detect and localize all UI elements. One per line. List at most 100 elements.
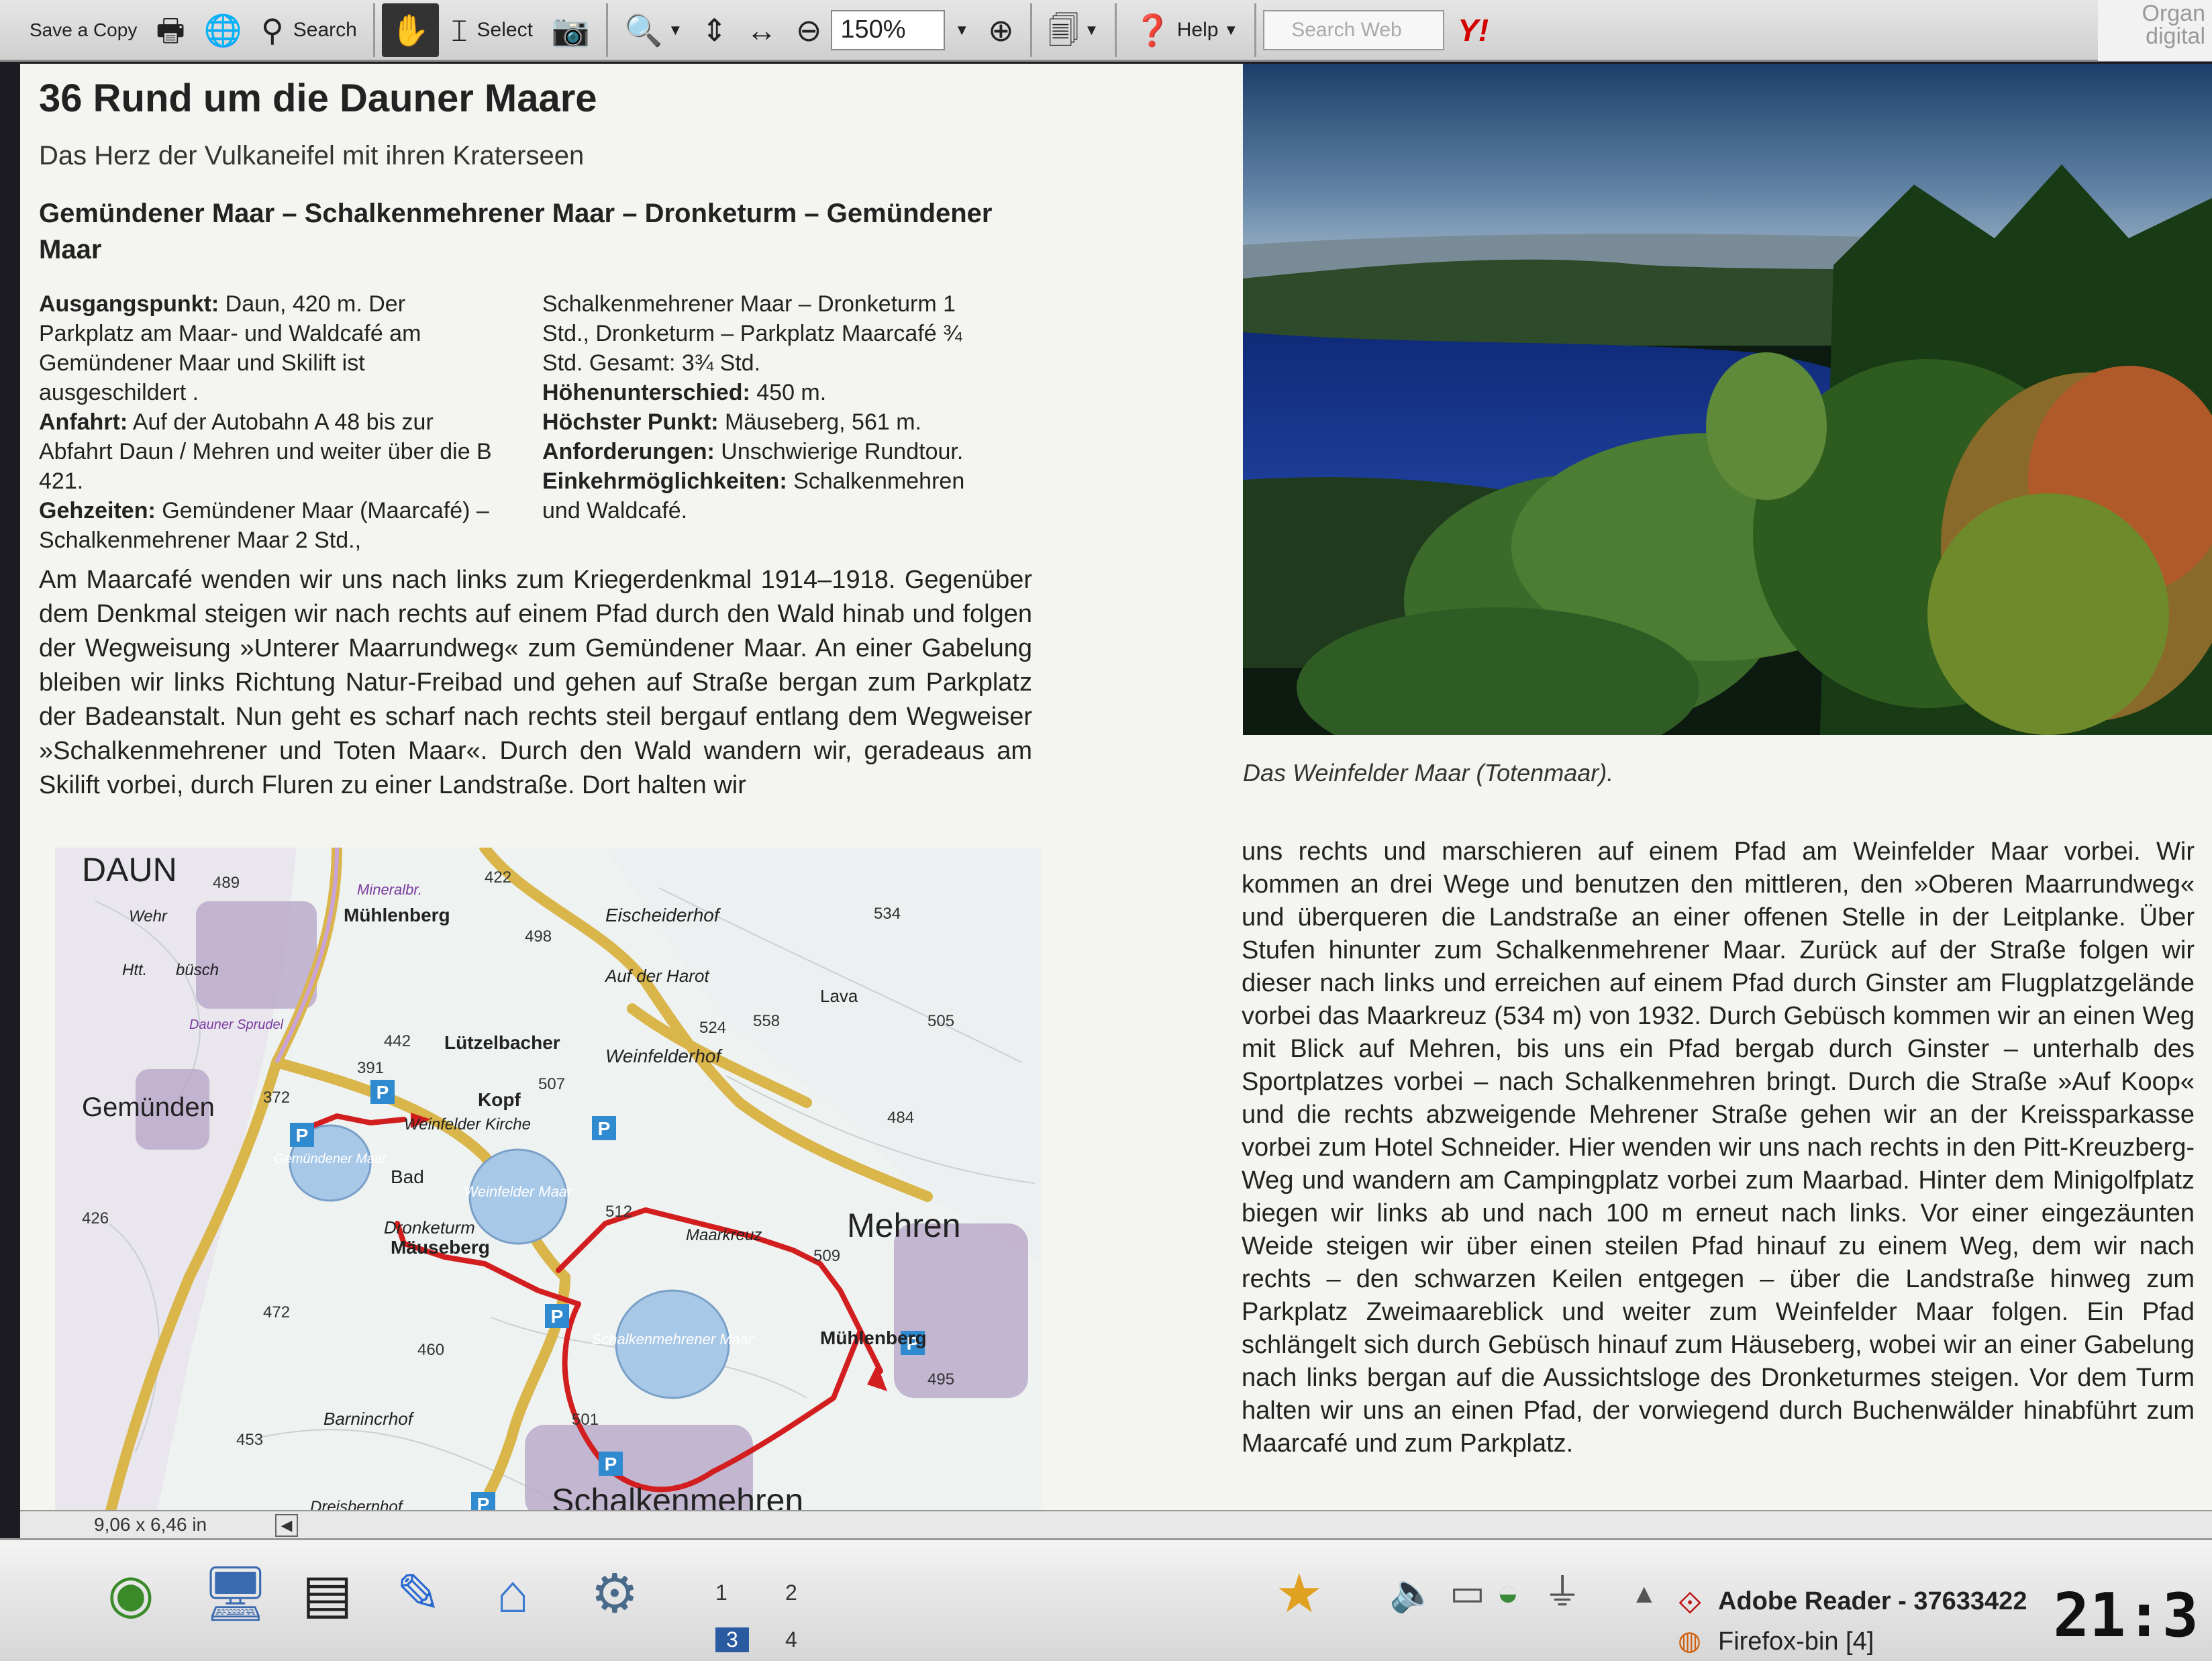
- map-label-daun: DAUN: [82, 851, 177, 889]
- fit-width-button[interactable]: ↔: [737, 3, 787, 57]
- map-label-gemuendener-maar: Gemündener Maar: [274, 1152, 387, 1166]
- zoom-dropdown[interactable]: ▼: [945, 3, 978, 57]
- tour-info-left: Ausgangspunkt: Daun, 420 m. Der Parkplat…: [39, 289, 502, 555]
- save-copy-button[interactable]: Save a Copy: [20, 3, 146, 57]
- scroll-left-button[interactable]: ◀: [275, 1514, 298, 1537]
- elevation-label: 460: [417, 1341, 444, 1359]
- chevron-down-icon: ▼: [1223, 21, 1239, 38]
- map-label-mineralbr: Mineralbr.: [357, 881, 422, 898]
- elevation-label: 498: [525, 927, 552, 946]
- map-label-muehlenberg-right: Mühlenberg: [820, 1327, 927, 1348]
- hand-tool-button[interactable]: ✋: [381, 3, 440, 57]
- editor-icon[interactable]: ✎: [396, 1567, 441, 1621]
- workspace-1[interactable]: 1: [715, 1580, 727, 1605]
- info-label: Einkehrmöglichkeiten:: [542, 468, 787, 494]
- fit-page-button[interactable]: ⇕: [692, 3, 737, 57]
- map-label-weinfelderhof: Weinfelderhof: [605, 1046, 723, 1066]
- page-size-label: 9,06 x 6,46 in: [94, 1514, 207, 1535]
- elevation-label: 391: [357, 1059, 384, 1077]
- elevation-label: 372: [263, 1089, 290, 1107]
- svg-text:P: P: [598, 1118, 611, 1139]
- map-label-lava: Lava: [820, 986, 858, 1006]
- body-text-left: Am Maarcafé wenden wir uns nach links zu…: [39, 566, 1032, 799]
- map-label-htt: Htt.: [122, 961, 147, 979]
- email-globe-icon: 🌐: [203, 12, 243, 48]
- info-label: Gehzeiten:: [39, 498, 156, 523]
- left-column: 36 Rund um die Dauner Maare Das Herz der…: [39, 76, 1039, 803]
- chevron-down-icon: ▼: [668, 21, 683, 38]
- hand-icon: ✋: [391, 12, 430, 48]
- home-folder-icon[interactable]: ⌂: [497, 1567, 529, 1621]
- map-label-gemuenden: Gemünden: [82, 1093, 215, 1122]
- route-heading: Gemündener Maar – Schalkenmehrener Maar …: [39, 199, 993, 264]
- fit-page-icon: ⇕: [701, 12, 727, 48]
- zoom-tool-button[interactable]: 🔍 ▼: [615, 3, 692, 57]
- page-layout-button[interactable]: 🗐 ▼: [1039, 3, 1109, 57]
- tour-info-right: Schalkenmehrener Maar – Dronketurm 1 Std…: [542, 289, 1005, 555]
- clock[interactable]: 21:3: [2053, 1580, 2199, 1651]
- zoom-out-button[interactable]: ⊖: [787, 3, 832, 57]
- elevation-label: 495: [927, 1370, 954, 1389]
- elevation-label: 489: [213, 874, 240, 892]
- map-label-schalkenmehrener-maar: Schalkenmehrener Maar: [592, 1331, 755, 1348]
- info-label: Anforderungen:: [542, 439, 715, 464]
- chevron-down-icon: ▼: [1084, 21, 1099, 38]
- terminal-icon[interactable]: ▤: [302, 1567, 353, 1621]
- organize-button[interactable]: Organ digital: [2098, 0, 2212, 61]
- computer-icon[interactable]: 🖥: [201, 1567, 270, 1621]
- elevation-label: 442: [384, 1032, 411, 1050]
- pages-icon: 🗐: [1048, 12, 1079, 48]
- workspace-4[interactable]: 4: [785, 1627, 797, 1652]
- select-tool-button[interactable]: 𝙸 Select: [439, 3, 542, 57]
- snapshot-button[interactable]: 📷: [542, 3, 599, 57]
- help-button[interactable]: ❓ Help ▼: [1123, 3, 1248, 57]
- info-text: Mäuseberg, 561 m.: [718, 409, 921, 435]
- workspace-2[interactable]: 2: [785, 1580, 797, 1605]
- clipboard-icon[interactable]: ▭: [1450, 1574, 1485, 1611]
- elevation-label: 505: [927, 1012, 954, 1030]
- camera-icon: 📷: [551, 12, 591, 48]
- battery-icon[interactable]: ◒: [1497, 1574, 1519, 1611]
- star-icon[interactable]: ★: [1275, 1567, 1323, 1621]
- map-label-weinfelder-kirche: Weinfelder Kirche: [404, 1115, 531, 1134]
- minus-circle-icon: ⊖: [795, 12, 822, 48]
- zoom-level-field[interactable]: 150%: [831, 9, 946, 50]
- network-icon[interactable]: ⚙: [591, 1567, 639, 1621]
- search-label: Search: [293, 18, 357, 41]
- lake-photo: [1243, 64, 2212, 735]
- printer-icon: 🖶: [156, 12, 185, 48]
- zoom-in-button[interactable]: ⊕: [978, 3, 1023, 57]
- search-web-input[interactable]: Search Web: [1263, 9, 1445, 50]
- volume-icon[interactable]: 🔈: [1389, 1574, 1436, 1611]
- pdf-page: 36 Rund um die Dauner Maare Das Herz der…: [20, 64, 2212, 1527]
- firefox-icon: ◍: [1678, 1626, 1701, 1656]
- map-label-barnincrhof: Barnincrhof: [323, 1409, 415, 1429]
- map-label-maeuseberg: Mäuseberg: [391, 1237, 490, 1258]
- print-button[interactable]: 🖶: [146, 3, 194, 57]
- workspace-3[interactable]: 3: [715, 1627, 749, 1652]
- plus-circle-icon: ⊕: [988, 12, 1014, 48]
- select-label: Select: [476, 18, 533, 41]
- map-label-buesch: büsch: [176, 961, 219, 979]
- toolbar-separator: [1029, 3, 1032, 57]
- start-menu-icon[interactable]: ◉: [107, 1567, 154, 1621]
- elevation-label: 512: [605, 1203, 632, 1221]
- help-icon: ❓: [1133, 12, 1172, 48]
- map-label-wehr: Wehr: [129, 907, 168, 925]
- elevation-label: 501: [572, 1411, 599, 1429]
- yahoo-logo[interactable]: Y!: [1458, 12, 1489, 48]
- search-button[interactable]: ⚲ Search: [252, 3, 366, 57]
- page-title: 36 Rund um die Dauner Maare: [39, 77, 597, 120]
- taskbar-firefox[interactable]: Firefox-bin [4]: [1718, 1627, 1874, 1656]
- toolbar-separator: [372, 3, 375, 57]
- tray-arrow-icon[interactable]: ▲: [1631, 1580, 1658, 1607]
- taskbar-adobe-reader[interactable]: Adobe Reader - 37633422: [1718, 1587, 2027, 1616]
- power-plug-icon[interactable]: ⏚: [1544, 1574, 1581, 1611]
- save-copy-label: Save a Copy: [30, 19, 138, 40]
- elevation-label: 524: [699, 1019, 726, 1037]
- text-cursor-icon: 𝙸: [448, 12, 470, 48]
- email-button[interactable]: 🌐: [195, 3, 252, 57]
- svg-text:P: P: [296, 1125, 309, 1146]
- elevation-label: 426: [82, 1209, 109, 1227]
- info-label: Ausgangspunkt:: [39, 291, 219, 317]
